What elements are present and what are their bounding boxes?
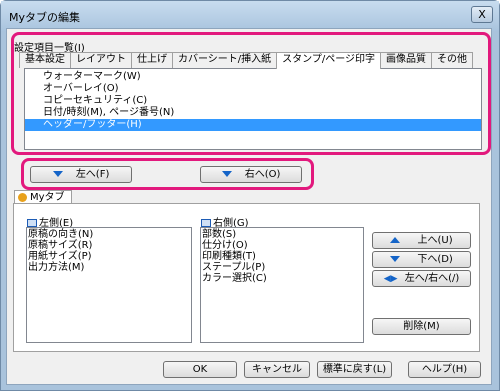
close-button[interactable]: X <box>471 6 493 23</box>
list-item[interactable]: 印刷種類(T) <box>202 251 256 262</box>
list-item[interactable]: ステープル(P) <box>202 262 265 273</box>
triangle-down-icon <box>390 256 401 262</box>
left-column-icon <box>27 219 37 227</box>
settings-highlight-frame <box>11 32 491 155</box>
right-column-list[interactable]: 部数(S) 仕分け(O) 印刷種類(T) ステープル(P) カラー選択(C) <box>200 227 364 343</box>
reset-button[interactable]: 標準に戻す(L) <box>317 361 392 378</box>
tab-stamp[interactable]: スタンプ/ページ印字 <box>276 52 382 69</box>
move-up-label: 上へ(U) <box>417 235 453 246</box>
swap-side-button[interactable]: ◀▶ 左へ/右へ(/) <box>372 270 471 287</box>
ok-button[interactable]: OK <box>163 361 237 378</box>
cancel-button[interactable]: キャンセル <box>244 361 310 378</box>
move-buttons-highlight-frame <box>21 158 314 190</box>
swap-side-label: 左へ/右へ(/) <box>404 273 460 284</box>
delete-button[interactable]: 削除(M) <box>372 318 471 335</box>
list-item[interactable]: 仕分け(O) <box>202 240 248 251</box>
right-column-icon <box>201 219 211 227</box>
window-title: Myタブの編集 <box>9 11 81 24</box>
list-item[interactable]: 原稿の向き(N) <box>28 229 93 240</box>
triangle-up-icon <box>390 237 401 243</box>
title-bar[interactable]: Myタブの編集 X <box>1 1 499 31</box>
move-down-button[interactable]: 下へ(D) <box>372 251 471 268</box>
tab-mytab[interactable]: Myタブ <box>14 190 72 204</box>
list-item[interactable]: カラー選択(C) <box>202 273 267 284</box>
list-item[interactable]: 部数(S) <box>202 229 236 240</box>
list-item[interactable]: 原稿サイズ(R) <box>28 240 92 251</box>
left-right-arrows-icon: ◀▶ <box>383 274 398 284</box>
move-up-button[interactable]: 上へ(U) <box>372 232 471 249</box>
list-item[interactable]: 出力方法(M) <box>28 262 84 273</box>
delete-label: 削除(M) <box>403 321 440 332</box>
list-item[interactable]: 用紙サイズ(P) <box>28 251 92 262</box>
move-down-label: 下へ(D) <box>417 254 453 265</box>
mytab-tab-label: Myタブ <box>30 192 65 203</box>
user-icon <box>18 193 27 202</box>
left-column-list[interactable]: 原稿の向き(N) 原稿サイズ(R) 用紙サイズ(P) 出力方法(M) <box>26 227 192 343</box>
help-button[interactable]: ヘルプ(H) <box>408 361 481 378</box>
